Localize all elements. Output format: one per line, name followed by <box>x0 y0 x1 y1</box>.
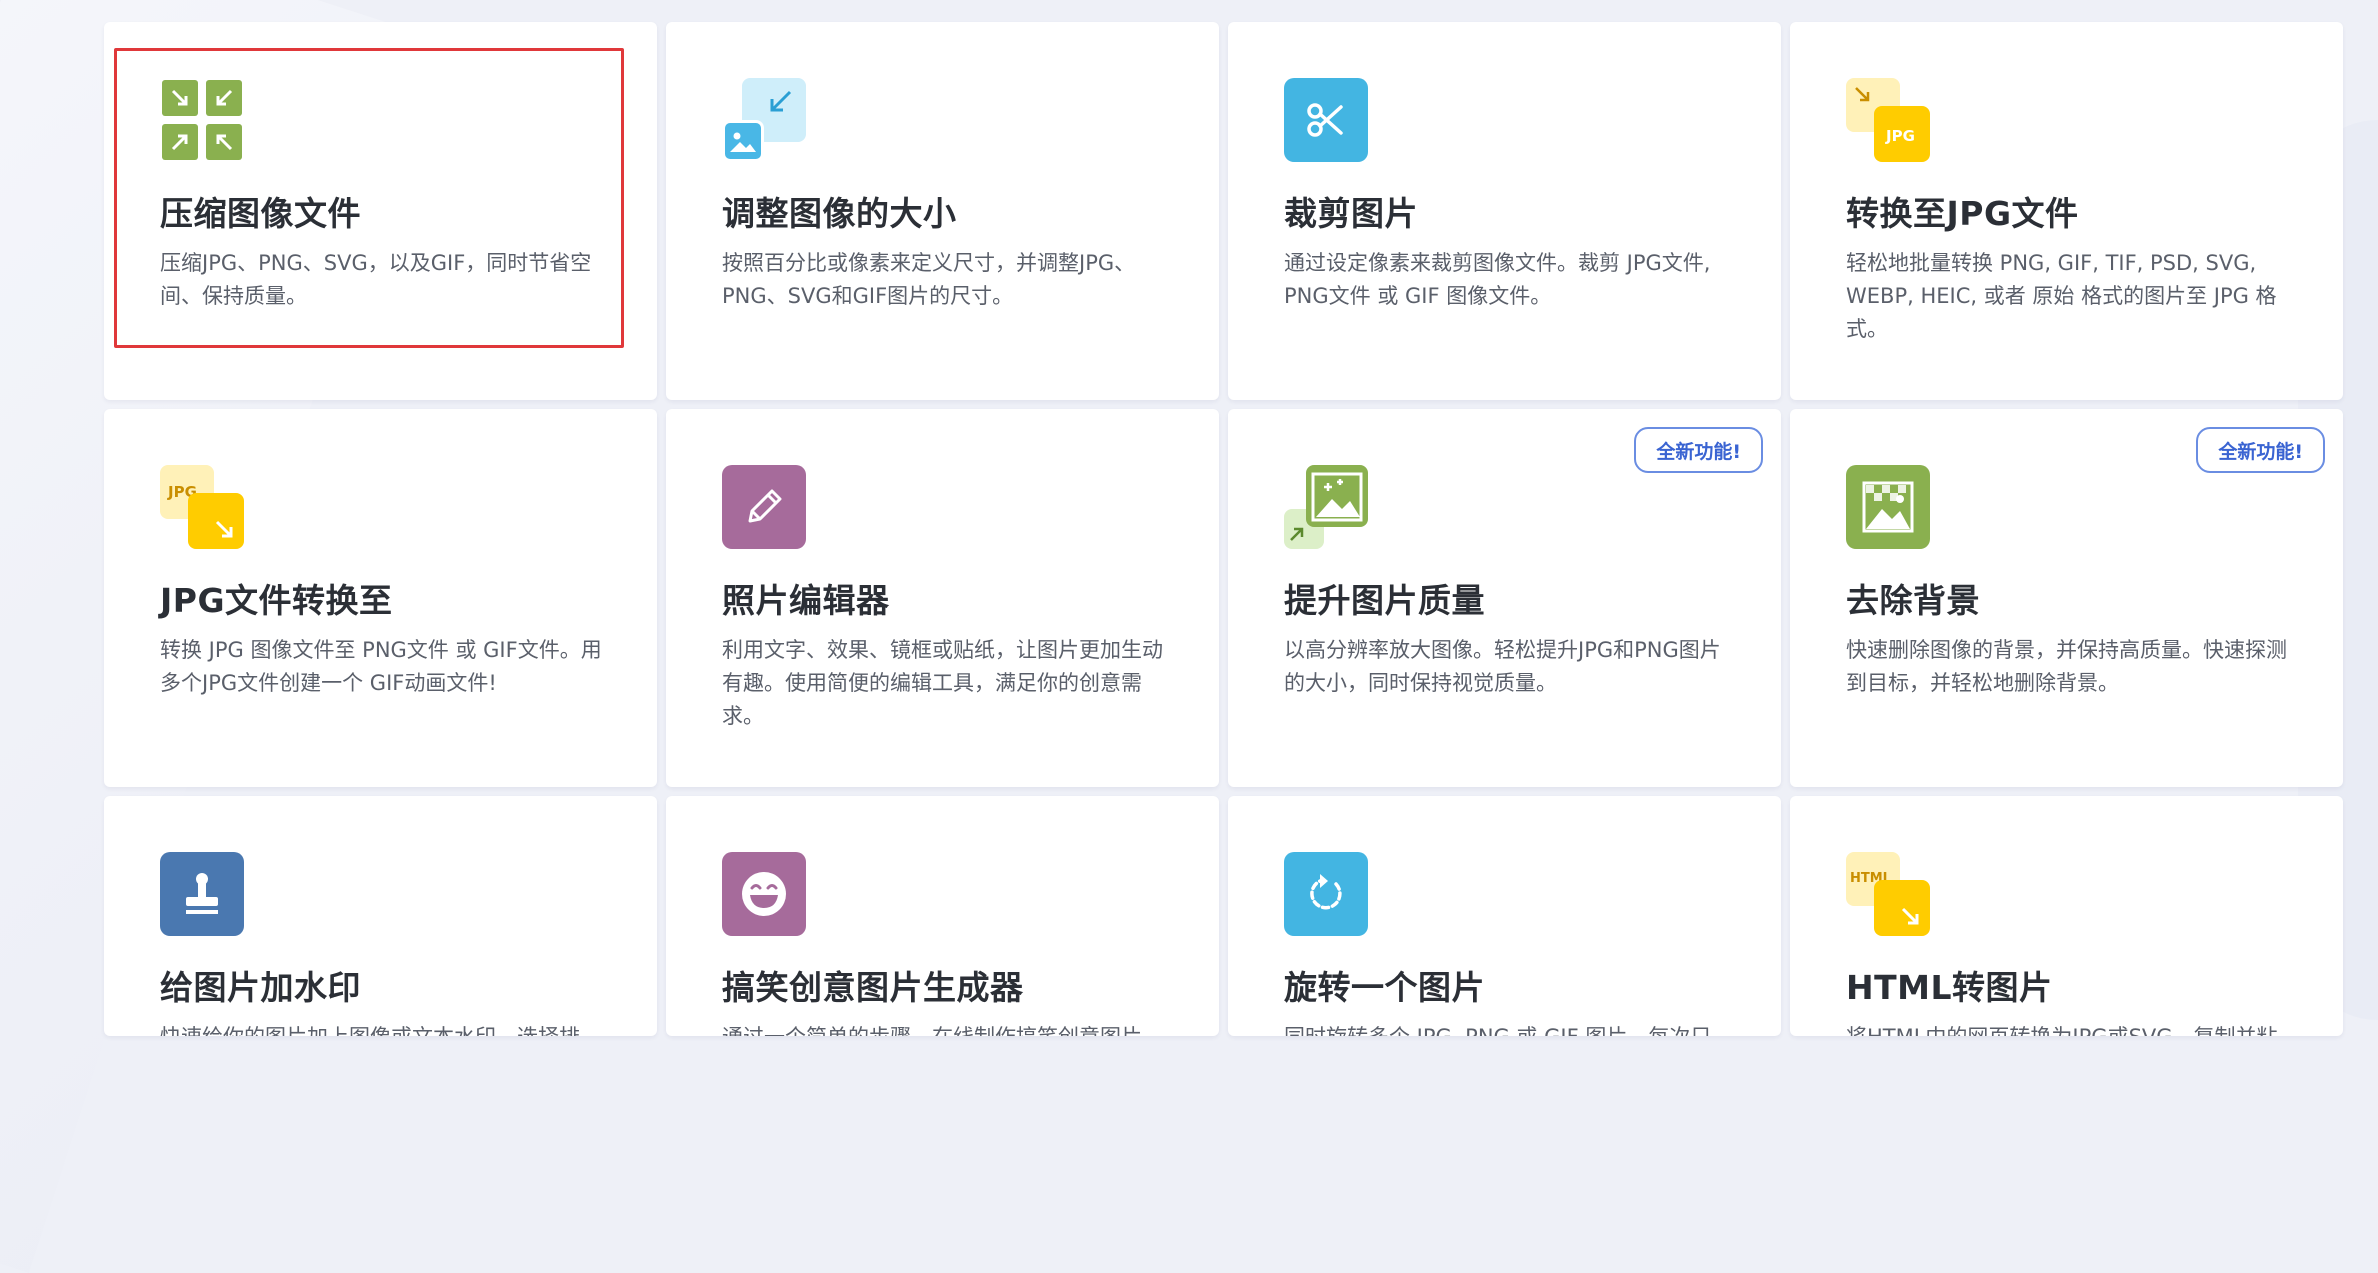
tool-card-rotate[interactable]: 旋转一个图片 同时旋转多个 JPG, PNG 或 GIF 图片。每次只选择横向或… <box>1228 796 1781 1036</box>
card-title: 旋转一个图片 <box>1284 968 1485 1007</box>
new-feature-badge: 全新功能! <box>1634 427 1763 473</box>
new-feature-badge: 全新功能! <box>2196 427 2325 473</box>
card-title: 搞笑创意图片生成器 <box>722 968 1024 1007</box>
card-description: 同时旋转多个 JPG, PNG 或 GIF 图片。每次只选择横向或纵向图片! <box>1284 1021 1731 1036</box>
card-description: 利用文字、效果、镜框或贴纸，让图片更加生动有趣。使用简便的编辑工具，满足你的创意… <box>722 638 1163 728</box>
tool-card-remove-background[interactable]: 全新功能! 去除背景 快速删除图像的背景，并保持高质量。快速探测到目标，并轻松地… <box>1790 409 2343 787</box>
tool-card-html-to-image[interactable]: HTML HTML转图片 将HTML中的网页转换为JPG或SVG。复制并粘贴网页… <box>1790 796 2343 1036</box>
card-description: 按照百分比或像素来定义尺寸，并调整JPG、PNG、SVG和GIF图片的尺寸。 <box>722 251 1136 308</box>
card-title: 压缩图像文件 <box>160 194 361 233</box>
upscale-image-icon <box>1284 465 1368 549</box>
card-title: 转换至JPG文件 <box>1846 194 2079 233</box>
card-title: 调整图像的大小 <box>722 194 957 233</box>
card-title: 给图片加水印 <box>160 968 361 1007</box>
convert-from-jpg-icon: JPG <box>160 465 244 549</box>
tool-card-compress[interactable]: 压缩图像文件 压缩JPG、PNG、SVG，以及GIF，同时节省空间、保持质量。 <box>104 22 657 400</box>
laughing-face-icon <box>722 852 806 936</box>
card-title: HTML转图片 <box>1846 968 2053 1007</box>
tool-card-resize[interactable]: 调整图像的大小 按照百分比或像素来定义尺寸，并调整JPG、PNG、SVG和GIF… <box>666 22 1219 400</box>
card-title: 裁剪图片 <box>1284 194 1418 233</box>
rotate-icon <box>1284 852 1368 936</box>
pencil-icon <box>722 465 806 549</box>
html-to-image-icon: HTML <box>1846 852 1930 936</box>
tools-grid: 压缩图像文件 压缩JPG、PNG、SVG，以及GIF，同时节省空间、保持质量。 … <box>104 22 2343 1036</box>
card-title: 提升图片质量 <box>1284 581 1485 620</box>
tool-card-crop[interactable]: 裁剪图片 通过设定像素来裁剪图像文件。裁剪 JPG文件, PNG文件 或 GIF… <box>1228 22 1781 400</box>
resize-icon <box>722 78 806 162</box>
remove-background-icon <box>1846 465 1930 549</box>
tool-card-photo-editor[interactable]: 照片编辑器 利用文字、效果、镜框或贴纸，让图片更加生动有趣。使用简便的编辑工具，… <box>666 409 1219 787</box>
card-description: 快速给你的图片加上图像或文本水印。选择排版、透明度和位置。 <box>160 1021 607 1036</box>
crop-scissors-icon <box>1284 78 1368 162</box>
card-description: 通过一个简单的步骤，在线制作搞笑创意图片。选择你自己的模板，或者从最流行的模板中… <box>722 1021 1169 1036</box>
card-description: 快速删除图像的背景，并保持高质量。快速探测到目标，并轻松地删除背景。 <box>1846 638 2287 695</box>
card-description: 转换 JPG 图像文件至 PNG文件 或 GIF文件。用多个JPG文件创建一个 … <box>160 638 602 695</box>
tool-card-watermark[interactable]: 给图片加水印 快速给你的图片加上图像或文本水印。选择排版、透明度和位置。 <box>104 796 657 1036</box>
compress-icon <box>160 78 244 162</box>
card-title: 去除背景 <box>1846 581 1980 620</box>
card-title: 照片编辑器 <box>722 581 890 620</box>
card-title: JPG文件转换至 <box>160 581 393 620</box>
card-description: 轻松地批量转换 PNG, GIF, TIF, PSD, SVG, WEBP, H… <box>1846 251 2277 341</box>
convert-to-jpg-icon: JPG <box>1846 78 1930 162</box>
card-description: 通过设定像素来裁剪图像文件。裁剪 JPG文件, PNG文件 或 GIF 图像文件… <box>1284 251 1711 308</box>
tool-card-jpg-convert-from[interactable]: JPG JPG文件转换至 转换 JPG 图像文件至 PNG文件 或 GIF文件。… <box>104 409 657 787</box>
jpg-label: JPG <box>1886 127 1915 145</box>
tool-card-upscale[interactable]: 全新功能! 提升图片质量 以高分辨率放大图像。轻松提升JPG和PNG图片的大小，… <box>1228 409 1781 787</box>
card-description: 以高分辨率放大图像。轻松提升JPG和PNG图片的大小，同时保持视觉质量。 <box>1284 638 1721 695</box>
stamp-icon <box>160 852 244 936</box>
card-description: 将HTML中的网页转换为JPG或SVG。复制并粘贴网页的URL链接，然后单击，将… <box>1846 1021 2293 1036</box>
tool-card-meme-generator[interactable]: 搞笑创意图片生成器 通过一个简单的步骤，在线制作搞笑创意图片。选择你自己的模板，… <box>666 796 1219 1036</box>
tool-card-convert-to-jpg[interactable]: JPG 转换至JPG文件 轻松地批量转换 PNG, GIF, TIF, PSD,… <box>1790 22 2343 400</box>
card-description: 压缩JPG、PNG、SVG，以及GIF，同时节省空间、保持质量。 <box>160 251 592 308</box>
